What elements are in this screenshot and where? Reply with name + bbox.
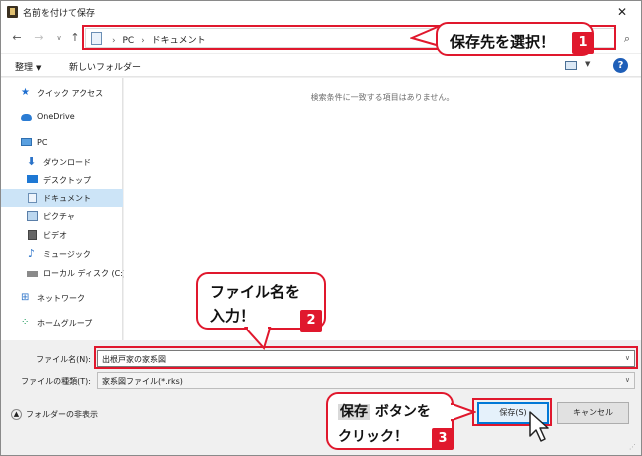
sidebar-item-music[interactable]: ♪ ミュージック: [1, 245, 123, 263]
sidebar-item-label: デスクトップ: [43, 176, 91, 185]
step-badge-3: 3: [432, 428, 454, 450]
sidebar-item-label: ドキュメント: [43, 194, 91, 203]
sidebar-item-label: ホームグループ: [37, 319, 93, 328]
help-icon[interactable]: ?: [613, 58, 628, 73]
navigation-pane: ★ クイック アクセス OneDrive PC ⬇ ダウンロード デスクトップ …: [1, 78, 127, 340]
forward-arrow-icon[interactable]: →: [31, 30, 47, 46]
callout-step3-line1-rest: ボタンを: [370, 404, 431, 420]
chevron-down-icon[interactable]: ▼: [585, 60, 590, 68]
callout-pointer-3: [450, 402, 476, 422]
window-title: 名前を付けて保存: [23, 9, 96, 19]
sidebar-item-label: PC: [37, 138, 48, 147]
title-bar: 名前を付けて保存 ✕: [1, 1, 641, 23]
sidebar-item-pc[interactable]: PC: [1, 134, 123, 152]
music-icon: ♪: [28, 247, 36, 260]
pc-icon: [21, 138, 32, 146]
sidebar-item-documents[interactable]: ドキュメント: [1, 189, 123, 207]
sidebar-item-label: ローカル ディスク (C:): [43, 269, 127, 278]
drive-icon: [27, 271, 38, 277]
new-folder-button[interactable]: 新しいフォルダー: [69, 60, 141, 73]
filename-highlight-box: [94, 346, 638, 369]
sidebar-item-onedrive[interactable]: OneDrive: [1, 108, 123, 126]
video-icon: [28, 230, 37, 240]
hide-folders-toggle[interactable]: ▲ フォルダーの非表示: [11, 409, 98, 420]
callout-step1: 保存先を選択！: [436, 22, 594, 56]
hide-folders-label: フォルダーの非表示: [26, 410, 98, 419]
callout-pointer-2: [244, 326, 272, 350]
mouse-pointer-icon: [529, 411, 549, 442]
organize-button[interactable]: 整理 ▼: [15, 60, 41, 73]
network-icon: ⊞: [21, 292, 30, 303]
homegroup-icon: ⁘: [21, 317, 30, 328]
callout-step2-line2: 入力！: [210, 307, 256, 325]
filename-label: ファイル名(N):: [36, 355, 91, 364]
recent-locations-chevron-icon[interactable]: ∨: [51, 30, 67, 46]
sidebar-item-network[interactable]: ⊞ ネットワーク: [1, 289, 123, 307]
sidebar-item-quick-access[interactable]: ★ クイック アクセス: [1, 84, 123, 102]
sidebar-item-label: ダウンロード: [43, 158, 91, 167]
sidebar-item-desktop[interactable]: デスクトップ: [1, 171, 123, 189]
view-options-icon[interactable]: [565, 61, 577, 70]
filetype-select[interactable]: 家系図ファイル(*.rks) ∨: [97, 372, 635, 389]
sidebar-item-label: OneDrive: [37, 112, 75, 121]
cloud-icon: [21, 114, 32, 121]
picture-icon: [27, 211, 38, 221]
chevron-up-icon: ▲: [11, 409, 22, 420]
download-icon: ⬇: [27, 155, 37, 168]
cancel-button[interactable]: キャンセル: [557, 402, 629, 424]
save-highlight-word: 保存: [338, 404, 370, 420]
sidebar-item-videos[interactable]: ビデオ: [1, 226, 123, 244]
step-badge-2: 2: [300, 310, 322, 332]
search-icon[interactable]: ⌕: [619, 31, 635, 47]
close-button[interactable]: ✕: [609, 3, 635, 21]
chevron-down-icon: ▼: [36, 64, 42, 72]
app-icon: [7, 6, 18, 18]
callout-step2-line1: ファイル名を: [210, 283, 301, 301]
sidebar-item-label: ミュージック: [43, 250, 91, 259]
document-icon: [28, 193, 37, 203]
star-icon: ★: [21, 87, 30, 98]
toolbar: 整理 ▼ 新しいフォルダー ▼ ?: [1, 53, 641, 77]
sidebar-item-label: ピクチャ: [43, 212, 75, 221]
desktop-icon: [27, 175, 38, 183]
chevron-down-icon[interactable]: ∨: [625, 376, 630, 384]
resize-grip-icon[interactable]: ⋰: [629, 443, 636, 451]
empty-list-message: 検索条件に一致する項目はありません。: [310, 93, 455, 102]
filetype-value: 家系図ファイル(*.rks): [102, 377, 183, 386]
callout-step3-line2: クリック！: [338, 429, 408, 445]
filetype-label: ファイルの種類(T):: [21, 377, 91, 386]
sidebar-item-pictures[interactable]: ピクチャ: [1, 207, 123, 225]
sidebar-item-label: ネットワーク: [37, 294, 85, 303]
callout-step3-line1: 保存 ボタンを: [338, 401, 431, 421]
back-arrow-icon[interactable]: ←: [9, 30, 25, 46]
up-arrow-icon[interactable]: ↑: [67, 30, 83, 46]
sidebar-item-homegroup[interactable]: ⁘ ホームグループ: [1, 314, 123, 332]
step-badge-1: 1: [572, 32, 594, 54]
callout-step1-text: 保存先を選択！: [450, 33, 556, 51]
save-as-dialog: 名前を付けて保存 ✕ ← → ∨ ↑ › PC › ドキュメント ⌕ 整理 ▼ 新…: [0, 0, 642, 456]
sidebar-item-label: ビデオ: [43, 231, 67, 240]
sidebar-item-label: クイック アクセス: [37, 89, 104, 98]
organize-label: 整理: [15, 63, 34, 73]
sidebar-item-local-disk[interactable]: ローカル ディスク (C:): [1, 264, 127, 282]
sidebar-item-downloads[interactable]: ⬇ ダウンロード: [1, 153, 123, 171]
